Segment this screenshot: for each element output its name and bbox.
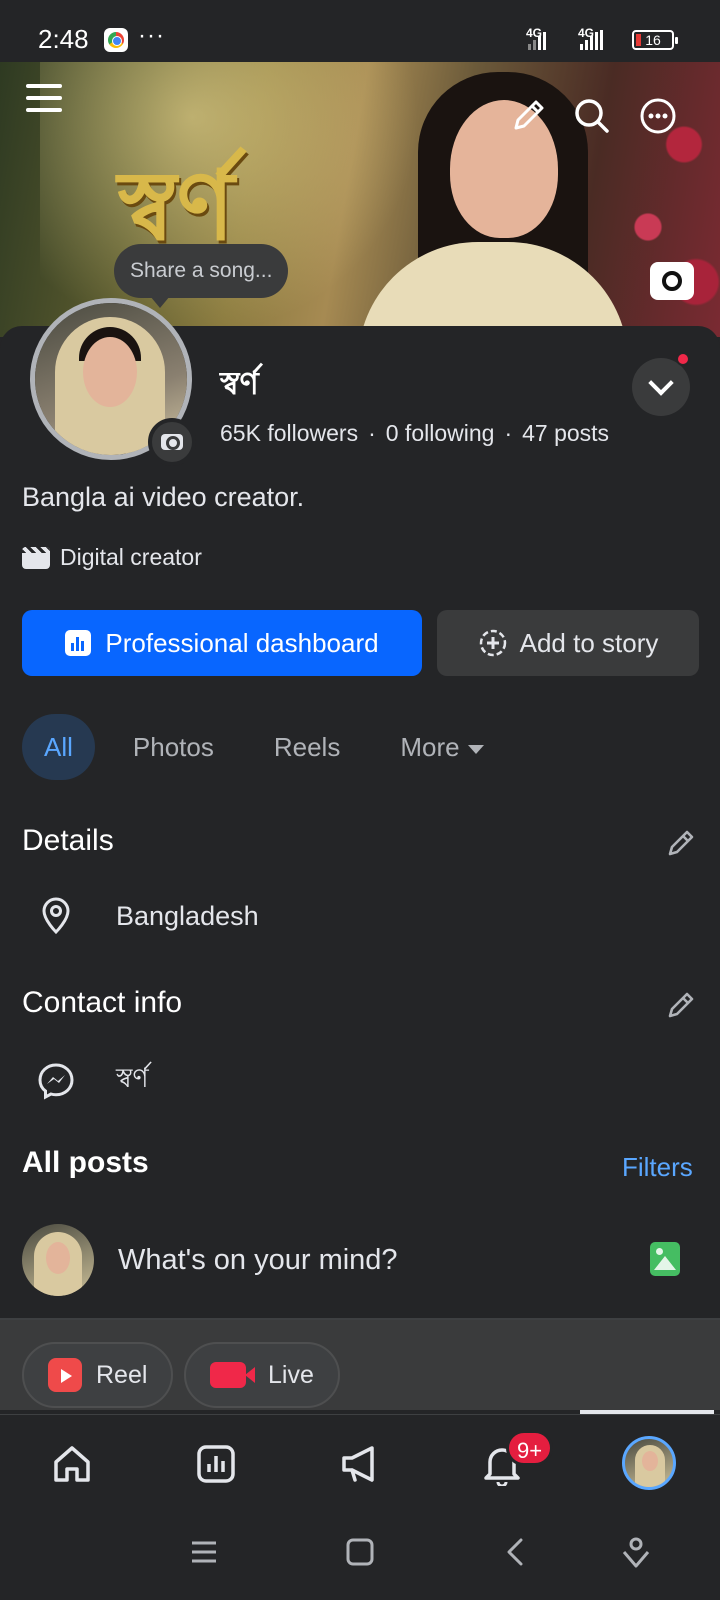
add-to-story-label: Add to story	[519, 627, 659, 658]
location-icon	[42, 897, 70, 935]
tab-photos[interactable]: Photos	[111, 714, 236, 780]
battery-indicator: 16	[632, 30, 678, 50]
professional-dashboard-button[interactable]: Professional dashboard	[22, 610, 422, 676]
profile-tabs: All Photos Reels More	[22, 714, 522, 780]
reel-label: Reel	[96, 1360, 148, 1389]
followers-count[interactable]: 65K followers	[220, 420, 358, 446]
add-story-icon	[479, 629, 506, 657]
edit-icon[interactable]	[508, 96, 548, 136]
details-title: Details	[22, 824, 114, 857]
composer-avatar[interactable]	[22, 1224, 94, 1296]
tab-more[interactable]: More	[378, 714, 505, 780]
insights-icon	[197, 1445, 235, 1483]
signal-icon-1	[528, 30, 546, 50]
cover-camera-icon[interactable]	[650, 262, 694, 300]
nav-profile-avatar[interactable]	[622, 1436, 676, 1490]
tab-all[interactable]: All	[22, 714, 95, 780]
messenger-icon	[38, 1062, 74, 1100]
add-to-story-button[interactable]: Add to story	[437, 610, 699, 676]
category-label: Digital creator	[60, 544, 202, 570]
edit-contact-icon[interactable]	[664, 988, 698, 1022]
nav-home[interactable]	[44, 1436, 100, 1492]
menu-icon[interactable]	[26, 84, 62, 114]
notification-badge: 9+	[506, 1430, 554, 1466]
edit-details-icon[interactable]	[664, 826, 698, 860]
tab-reels[interactable]: Reels	[252, 714, 362, 780]
chrome-icon	[104, 28, 128, 52]
messenger-row: স্বর্ণ	[36, 1058, 149, 1103]
notification-dot	[676, 352, 690, 366]
cover-photo[interactable]: স্বর্ণ	[0, 62, 720, 337]
search-icon[interactable]	[572, 96, 612, 136]
live-label: Live	[268, 1360, 314, 1389]
stats-separator: ·	[504, 420, 513, 446]
signal-icon-2	[580, 30, 603, 50]
composer-input[interactable]: What's on your mind?	[118, 1244, 398, 1277]
back-icon[interactable]	[496, 1532, 536, 1572]
share-song-bubble[interactable]: Share a song...	[114, 244, 289, 308]
home-button-icon[interactable]	[340, 1532, 380, 1572]
status-bar: 2:48 ··· 4G 4G 16	[0, 0, 720, 62]
following-count[interactable]: 0 following	[386, 420, 495, 446]
filters-link[interactable]: Filters	[622, 1152, 693, 1183]
contact-info-title: Contact info	[22, 986, 183, 1019]
chevron-down-icon[interactable]	[632, 358, 690, 416]
status-more-icon: ···	[138, 22, 165, 49]
nav-ads[interactable]	[332, 1436, 388, 1492]
posts-count: 47 posts	[522, 420, 610, 446]
live-icon	[210, 1362, 255, 1388]
tab-more-label: More	[400, 732, 460, 762]
dashboard-icon	[65, 630, 92, 656]
messenger-name: স্বর্ণ	[116, 1063, 149, 1093]
photo-icon[interactable]	[650, 1242, 680, 1276]
more-icon[interactable]	[638, 96, 678, 136]
all-posts-title: All posts	[22, 1146, 149, 1179]
stats-separator: ·	[368, 420, 376, 446]
avatar-camera-icon[interactable]	[148, 418, 196, 466]
bio-text: Bangla ai video creator.	[22, 482, 305, 512]
professional-dashboard-label: Professional dashboard	[105, 627, 379, 658]
status-time: 2:48	[38, 24, 89, 54]
location-text: Bangladesh	[116, 900, 259, 931]
clapperboard-icon	[22, 546, 50, 569]
profile-stats: 65K followers · 0 following · 47 posts	[220, 420, 609, 447]
assistant-icon[interactable]	[616, 1532, 656, 1572]
location-row: Bangladesh	[36, 896, 259, 936]
recent-apps-icon[interactable]	[184, 1532, 224, 1572]
nav-insights[interactable]	[188, 1436, 244, 1492]
reel-icon	[48, 1358, 82, 1392]
category-row: Digital creator	[22, 544, 202, 571]
reel-button[interactable]: Reel	[22, 1342, 174, 1408]
profile-name: স্বর্ণ	[220, 364, 259, 402]
live-button[interactable]: Live	[184, 1342, 340, 1408]
home-icon	[54, 1446, 90, 1482]
megaphone-icon	[342, 1446, 374, 1482]
